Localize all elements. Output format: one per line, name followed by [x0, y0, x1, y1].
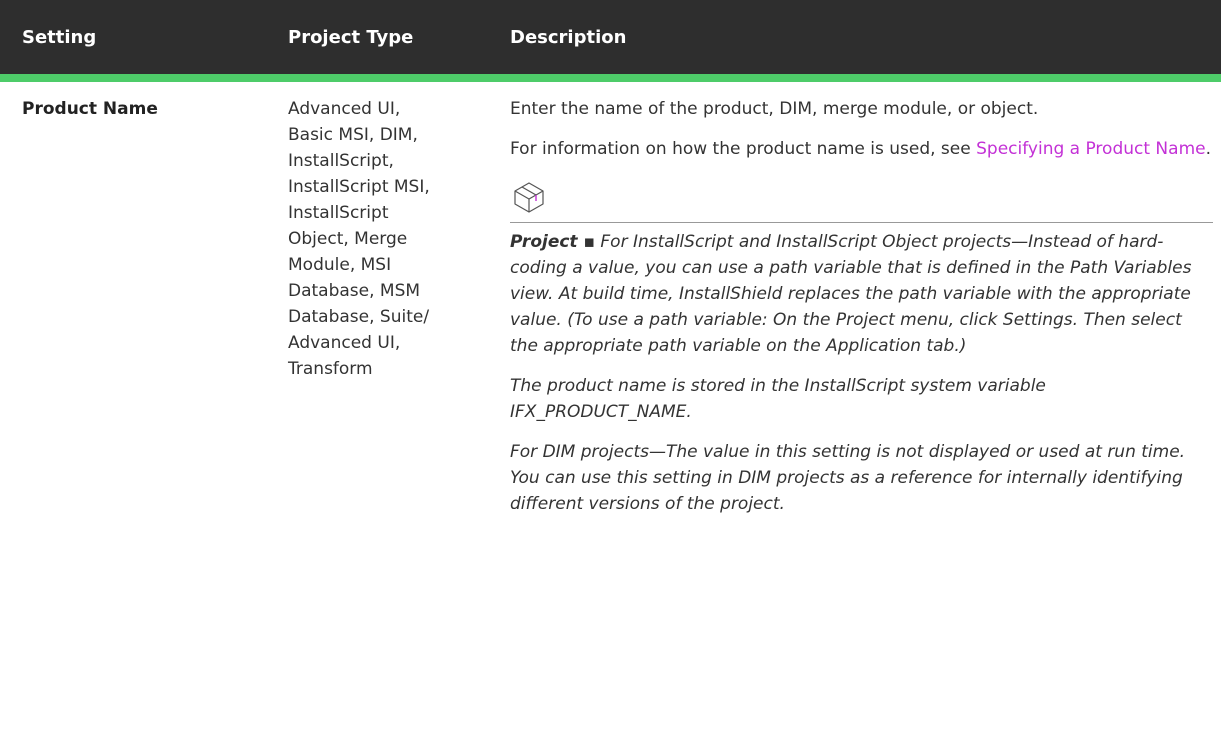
- header-project-type: Project Type: [266, 0, 488, 82]
- project-type-line: Basic MSI, DIM,: [288, 125, 418, 145]
- note-paragraph: The product name is stored in the Instal…: [510, 376, 1046, 422]
- project-type-line: Database, Suite/: [288, 307, 430, 327]
- project-type-line: Advanced UI,: [288, 333, 401, 353]
- note-label: Project ▪: [510, 232, 595, 252]
- note-paragraph: Project ▪ For InstallScript and InstallS…: [510, 229, 1213, 359]
- header-setting: Setting: [0, 0, 266, 82]
- project-type-line: InstallScript,: [288, 151, 394, 171]
- description-paragraph-link: For information on how the product name …: [510, 136, 1213, 162]
- project-type-line: Module, MSI: [288, 255, 392, 275]
- project-types: Advanced UI, Basic MSI, DIM, InstallScri…: [266, 78, 488, 531]
- specifying-product-name-link[interactable]: Specifying a Product Name: [976, 139, 1205, 159]
- project-note: Project ▪ For InstallScript and InstallS…: [510, 176, 1213, 517]
- header-description: Description: [488, 0, 1221, 82]
- project-type-line: Advanced UI,: [288, 99, 401, 119]
- project-type-line: Transform: [288, 359, 373, 379]
- link-prefix-text: For information on how the product name …: [510, 139, 977, 159]
- table-header: Setting Project Type Description: [0, 0, 1221, 82]
- settings-table: Setting Project Type Description Product…: [0, 0, 1221, 531]
- project-type-line: Database, MSM: [288, 281, 421, 301]
- note-text: For InstallScript and InstallScript Obje…: [510, 232, 1192, 356]
- note-paragraph: For DIM projects—The value in this setti…: [510, 442, 1186, 514]
- link-suffix-text: .: [1205, 139, 1211, 159]
- project-type-line: InstallScript MSI,: [288, 177, 430, 197]
- note-divider: [510, 222, 1213, 223]
- table-row: Product Name Advanced UI, Basic MSI, DIM…: [0, 78, 1221, 531]
- setting-name: Product Name: [22, 99, 158, 119]
- description-cell: Enter the name of the product, DIM, merg…: [488, 78, 1221, 531]
- header-row: Setting Project Type Description: [0, 0, 1221, 82]
- project-type-line: InstallScript: [288, 203, 389, 223]
- project-type-line: Object, Merge: [288, 229, 408, 249]
- package-box-icon: [512, 180, 546, 214]
- description-paragraph: Enter the name of the product, DIM, merg…: [510, 99, 1039, 119]
